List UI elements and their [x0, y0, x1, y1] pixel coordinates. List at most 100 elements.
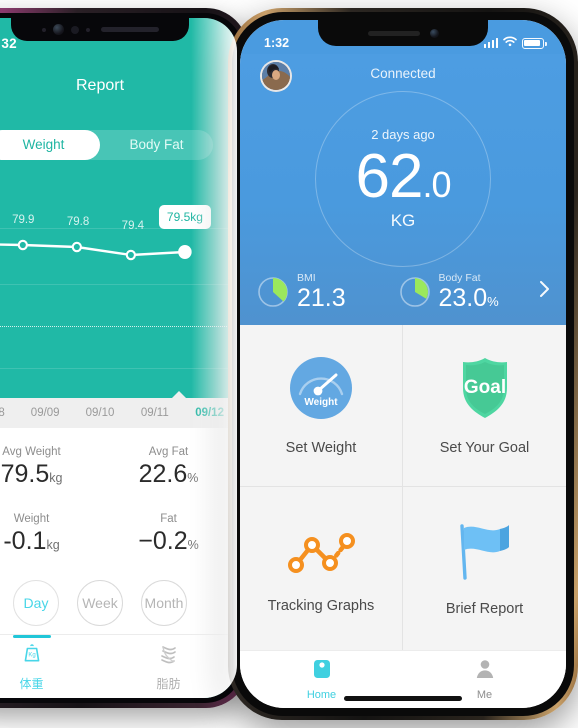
period-selector[interactable]: Day Week Month [0, 580, 237, 626]
weight-line-chart: 79.9 79.8 79.4 79.5kg [0, 186, 237, 398]
metric-value: 23.0% [438, 283, 499, 312]
left-stats-panel: Avg Weight 79.5kg Avg Fat 22.6% Weight -… [0, 428, 237, 634]
weight-scale-icon: Kg [20, 642, 44, 671]
person-icon [474, 658, 496, 685]
tile-tracking-graphs[interactable]: Tracking Graphs [240, 487, 403, 650]
tab-label: Home [306, 689, 337, 701]
weight-value: 62.0 [355, 141, 452, 211]
stat-weight-change: Weight -0.1kg [0, 513, 100, 556]
metric-text: BMI 21.3 [297, 272, 346, 312]
left-notch [11, 18, 189, 41]
tracking-graph-icon [286, 523, 356, 584]
right-phone-device: 1:32 Connected 2 days ago 62.0 KG BMI 21… [228, 8, 578, 720]
date-tick-0911[interactable]: 09/11 [127, 407, 182, 419]
stats-row-deltas: Weight -0.1kg Fat −0.2% [0, 513, 237, 556]
front-camera-icon [429, 28, 439, 38]
scale-reading-hero: Connected 2 days ago 62.0 KG BMI 21.3 Bo… [240, 54, 566, 325]
metric-suffix: % [487, 293, 499, 309]
weight-reading-circle: 2 days ago 62.0 KG [315, 91, 491, 267]
tile-label: Tracking Graphs [267, 598, 375, 615]
metric-segmented-control[interactable]: Weight Body Fat [0, 130, 213, 160]
goal-shield-icon: Goal [452, 355, 518, 426]
svg-text:Weight: Weight [304, 397, 338, 408]
weight-integer: 62 [355, 141, 424, 211]
active-tab-indicator [12, 635, 51, 638]
tab-body-fat[interactable]: 脂肪 [100, 635, 237, 698]
segment-weight[interactable]: Weight [0, 130, 100, 160]
signal-bars-icon [483, 38, 498, 48]
weight-gauge-icon: Weight [288, 355, 354, 426]
wifi-icon [503, 36, 517, 50]
metrics-row[interactable]: BMI 21.3 Body Fat 23.0% [240, 267, 566, 311]
left-phone-screen: 1:32 Report Weight Body Fat [0, 18, 237, 698]
right-notch [318, 20, 488, 46]
metric-number: 21.3 [297, 283, 346, 312]
stat-avg-fat: Avg Fat 22.6% [100, 446, 237, 489]
right-status-time: 1:32 [264, 36, 290, 50]
stat-unit: % [187, 471, 199, 485]
home-indicator[interactable] [344, 696, 462, 701]
tab-label: 体重 [19, 676, 44, 691]
stat-unit: kg [46, 538, 60, 552]
home-icon [311, 658, 333, 685]
metric-text: Body Fat 23.0% [438, 272, 499, 312]
period-month[interactable]: Month [141, 580, 187, 626]
metric-value: 21.3 [297, 283, 346, 312]
stat-unit: % [187, 538, 199, 552]
stats-row-averages: Avg Weight 79.5kg Avg Fat 22.6% [0, 446, 237, 489]
chevron-right-icon[interactable] [539, 280, 560, 304]
left-phone-device: 1:32 Report Weight Body Fat [0, 8, 248, 708]
stat-value: −0.2% [100, 527, 237, 556]
weight-unit: KG [390, 211, 416, 231]
left-status-time: 1:32 [0, 36, 17, 51]
stat-fat-change: Fat −0.2% [100, 513, 237, 556]
chart-point-label: 79.9 [12, 214, 35, 226]
metric-number: 23.0 [438, 283, 488, 312]
status-icons [483, 36, 547, 50]
tile-brief-report[interactable]: Brief Report [403, 487, 566, 650]
stat-label: Avg Weight [2, 446, 61, 458]
date-tick-0908[interactable]: 09/08 [0, 407, 18, 419]
pie-chart-icon [398, 275, 432, 309]
stat-unit: kg [49, 471, 63, 485]
svg-text:Kg: Kg [28, 652, 35, 658]
stat-number: -0.1 [3, 527, 47, 555]
fat-dna-icon [157, 642, 181, 671]
stat-number: 22.6 [138, 460, 188, 488]
segment-body-fat[interactable]: Body Fat [100, 130, 213, 160]
date-caret-icon [171, 391, 188, 399]
avatar[interactable] [260, 60, 292, 92]
reading-timestamp: 2 days ago [371, 126, 435, 142]
stat-value: -0.1kg [0, 527, 100, 556]
tile-set-goal[interactable]: Goal Set Your Goal [403, 324, 566, 488]
stat-number: 79.5 [0, 460, 50, 488]
stat-avg-weight: Avg Weight 79.5kg [0, 446, 100, 489]
page-title: Report [75, 77, 125, 94]
metric-body-fat[interactable]: Body Fat 23.0% [398, 272, 534, 312]
tab-weight[interactable]: Kg 体重 [0, 635, 100, 698]
left-tab-bar[interactable]: Kg 体重 脂肪 [0, 634, 237, 698]
chart-point-label: 79.4 [121, 220, 145, 232]
period-day[interactable]: Day [13, 580, 59, 626]
pie-chart-icon [256, 275, 290, 309]
flag-icon [450, 520, 520, 587]
period-week[interactable]: Week [77, 580, 123, 626]
tile-set-weight[interactable]: Weight Set Weight [240, 324, 403, 488]
chart-selected-tooltip: 79.5kg [158, 205, 211, 229]
tile-label: Set Weight [285, 440, 357, 457]
date-tick-0910[interactable]: 09/10 [73, 407, 128, 419]
metric-bmi[interactable]: BMI 21.3 [256, 272, 392, 312]
left-nav-bar: Report [0, 64, 237, 108]
secondary-camera-icon [70, 25, 79, 34]
chart-date-axis[interactable]: 09/08 09/09 09/10 09/11 09/12 [0, 391, 237, 428]
svg-text:Goal: Goal [463, 377, 505, 398]
tile-label: Brief Report [445, 601, 524, 618]
date-tick-0909[interactable]: 09/09 [18, 407, 73, 419]
stat-value: 22.6% [100, 460, 237, 489]
proximity-sensor-icon [85, 27, 90, 32]
stat-label: Weight [13, 513, 50, 525]
tab-label: 脂肪 [156, 676, 181, 691]
stat-number: −0.2 [138, 527, 188, 555]
right-phone-screen: 1:32 Connected 2 days ago 62.0 KG BMI 21… [240, 20, 566, 708]
feature-tiles-grid: Weight Set Weight Goal Set Your Goal Tra… [240, 324, 566, 650]
